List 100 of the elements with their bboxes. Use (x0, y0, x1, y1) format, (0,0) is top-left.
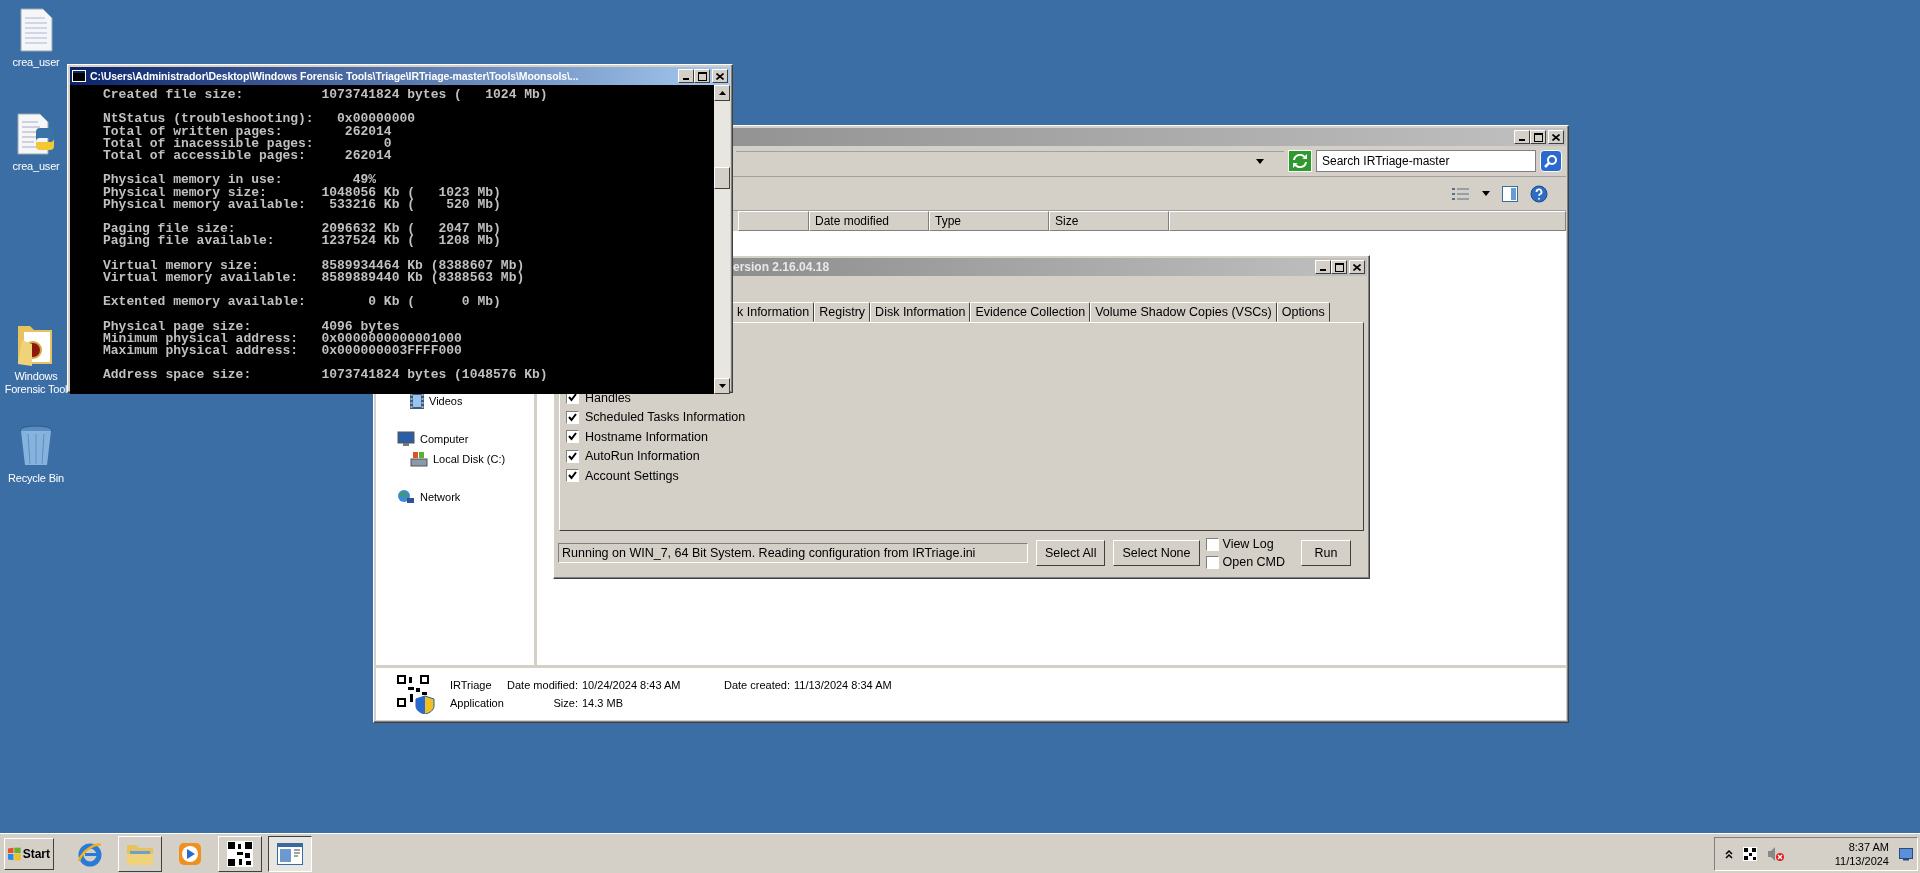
search-icon (1544, 154, 1558, 168)
qr-code-icon (227, 840, 253, 867)
clock[interactable]: 8:37 AM 11/13/2024 (1834, 839, 1889, 868)
tab[interactable]: Registry (814, 302, 871, 322)
console-icon (72, 70, 86, 82)
tab[interactable]: k Information (732, 302, 815, 322)
nav-item[interactable]: Local Disk (C:) (376, 449, 534, 469)
action-button[interactable]: Select All (1036, 540, 1106, 566)
folder-taskbar-button[interactable] (118, 835, 162, 872)
recycle-bin-icon[interactable] (18, 424, 54, 468)
status-field: Running on WIN_7, 64 Bit System. Reading configuration from IRTriage.ini (558, 543, 1028, 563)
detail-label: Size: (552, 697, 578, 709)
dropdown-caret-icon[interactable] (1482, 191, 1490, 196)
checkbox[interactable] (566, 449, 579, 463)
console-line: Extented memory available: 0 Kb ( 0 Mb) (103, 296, 502, 309)
computer-icon (397, 431, 415, 447)
close-button[interactable] (712, 69, 728, 83)
console-line: Physical page size: 4096 bytes (103, 320, 400, 333)
column-header[interactable]: Type (929, 211, 1049, 231)
checkbox-label: Hostname Information (585, 429, 708, 444)
start-button[interactable]: Start (4, 837, 54, 870)
checkbox-label: Account Settings (585, 468, 679, 483)
checkbox-label: AutoRun Information (585, 449, 700, 464)
clock-time: 8:37 AM (1848, 839, 1889, 854)
search-field[interactable]: Search IRTriage-master (1316, 150, 1536, 172)
nav-item[interactable]: Network (376, 487, 534, 507)
column-header[interactable]: Date modified (809, 211, 929, 231)
qr-app-icon[interactable] (1742, 846, 1757, 861)
play-icon (177, 840, 203, 867)
checkbox-label: Open CMD (1222, 555, 1286, 569)
window-title: ersion 2.16.04.18 (732, 260, 830, 274)
checkbox[interactable] (1205, 537, 1219, 551)
desktop-icon-label: crea_user (11, 160, 61, 173)
refresh-button[interactable] (1288, 150, 1312, 172)
scrollbar[interactable] (714, 85, 730, 394)
desktop-icon-label: Recycle Bin (7, 472, 65, 485)
close-icon (1552, 133, 1560, 141)
console-taskbar-button[interactable] (268, 835, 312, 872)
tab[interactable]: Volume Shadow Copies (VSCs) (1090, 302, 1277, 322)
console-line: Total of inacessible pages: 0 (103, 137, 393, 150)
clock-date: 11/13/2024 (1834, 853, 1889, 868)
preview-pane-icon[interactable] (1502, 185, 1518, 202)
tab[interactable]: Evidence Collection (970, 302, 1091, 322)
desktop-icon-label: Windows Forensic Tool (3, 370, 69, 396)
detail-label: Date modified: (506, 679, 578, 691)
window-icon (277, 842, 303, 865)
nav-item[interactable]: Videos (376, 391, 534, 411)
close-icon (1353, 263, 1361, 271)
console-line: Physical memory in use: 49% (103, 174, 378, 187)
console-line: Created file size: 1073741824 bytes ( 1024 Mb) (103, 89, 549, 102)
scroll-up-icon[interactable] (718, 91, 726, 95)
show-desktop-icon[interactable] (1899, 846, 1913, 861)
close-icon (716, 72, 724, 80)
nav-item[interactable]: Computer (376, 429, 534, 449)
run-button[interactable]: Run (1301, 540, 1352, 566)
scroll-thumb[interactable] (714, 167, 730, 189)
detail-value: 10/24/2024 8:43 AM (582, 679, 682, 691)
console-line: Total of accessible pages: 262014 (103, 149, 393, 163)
checkbox-label: Scheduled Tasks Information (585, 410, 746, 425)
tab[interactable]: Options (1276, 302, 1330, 322)
qr-taskbar-button[interactable] (218, 835, 262, 872)
qr-app-icon (396, 674, 436, 714)
checkbox[interactable] (566, 410, 579, 424)
console-line: Virtual memory available: 8589889440 Kb (8388563 Mb) (103, 271, 526, 284)
console-line: Virtual memory size: 8589934464 Kb (8388607 Mb) (103, 259, 526, 272)
console-line: Maximum physical address: 0x000000003FFFF000 (103, 344, 463, 358)
console-line: Total of written pages: 262014 (103, 125, 393, 138)
search-button[interactable] (1540, 150, 1562, 172)
console-line: Paging file size: 2096632 Kb ( 2047 Mb) (103, 223, 502, 236)
view-options-icon[interactable] (1452, 186, 1470, 201)
scroll-down-icon[interactable] (718, 383, 726, 388)
checkbox[interactable] (566, 469, 579, 483)
minimize-button[interactable] (678, 69, 694, 83)
checkbox[interactable] (1205, 555, 1219, 569)
refresh-icon (1292, 154, 1308, 168)
maximize-button[interactable] (694, 69, 710, 83)
help-icon[interactable] (1530, 184, 1548, 203)
checkbox[interactable] (566, 430, 579, 444)
disk-drive-icon (410, 451, 428, 467)
console-line: Address space size: 1073741824 bytes (1048576 Kb) (103, 369, 549, 382)
detail-value: 14.3 MB (582, 697, 624, 709)
console-line: Minimum physical address: 0x0000000000001000 (103, 332, 463, 345)
console-line: Paging file available: 1237524 Kb ( 1208 Mb) (103, 235, 502, 248)
action-button[interactable]: Select None (1113, 540, 1200, 566)
file-name: IRTriage (450, 679, 493, 691)
tab[interactable]: Disk Information (870, 302, 971, 322)
show-hidden-icons-icon[interactable] (1724, 848, 1733, 859)
network-icon (397, 489, 415, 505)
browser-icon (77, 840, 103, 867)
column-header[interactable]: Size (1049, 211, 1169, 231)
dropdown-caret-icon[interactable] (1256, 159, 1264, 164)
detail-value: 11/13/2024 8:34 AM (794, 679, 892, 691)
desktop-icon-label: crea_user (11, 56, 61, 69)
checkbox-label: Handles (585, 390, 631, 405)
console-line: NtStatus (troubleshooting): 0x00000000 (103, 113, 417, 126)
checkbox-label: View Log (1222, 537, 1274, 551)
console-line: Physical memory available: 533216 Kb ( 520 Mb) (103, 198, 502, 211)
speaker-muted-icon[interactable] (1766, 845, 1785, 862)
text-file-icon[interactable] (19, 8, 53, 52)
column-header[interactable] (738, 211, 809, 231)
